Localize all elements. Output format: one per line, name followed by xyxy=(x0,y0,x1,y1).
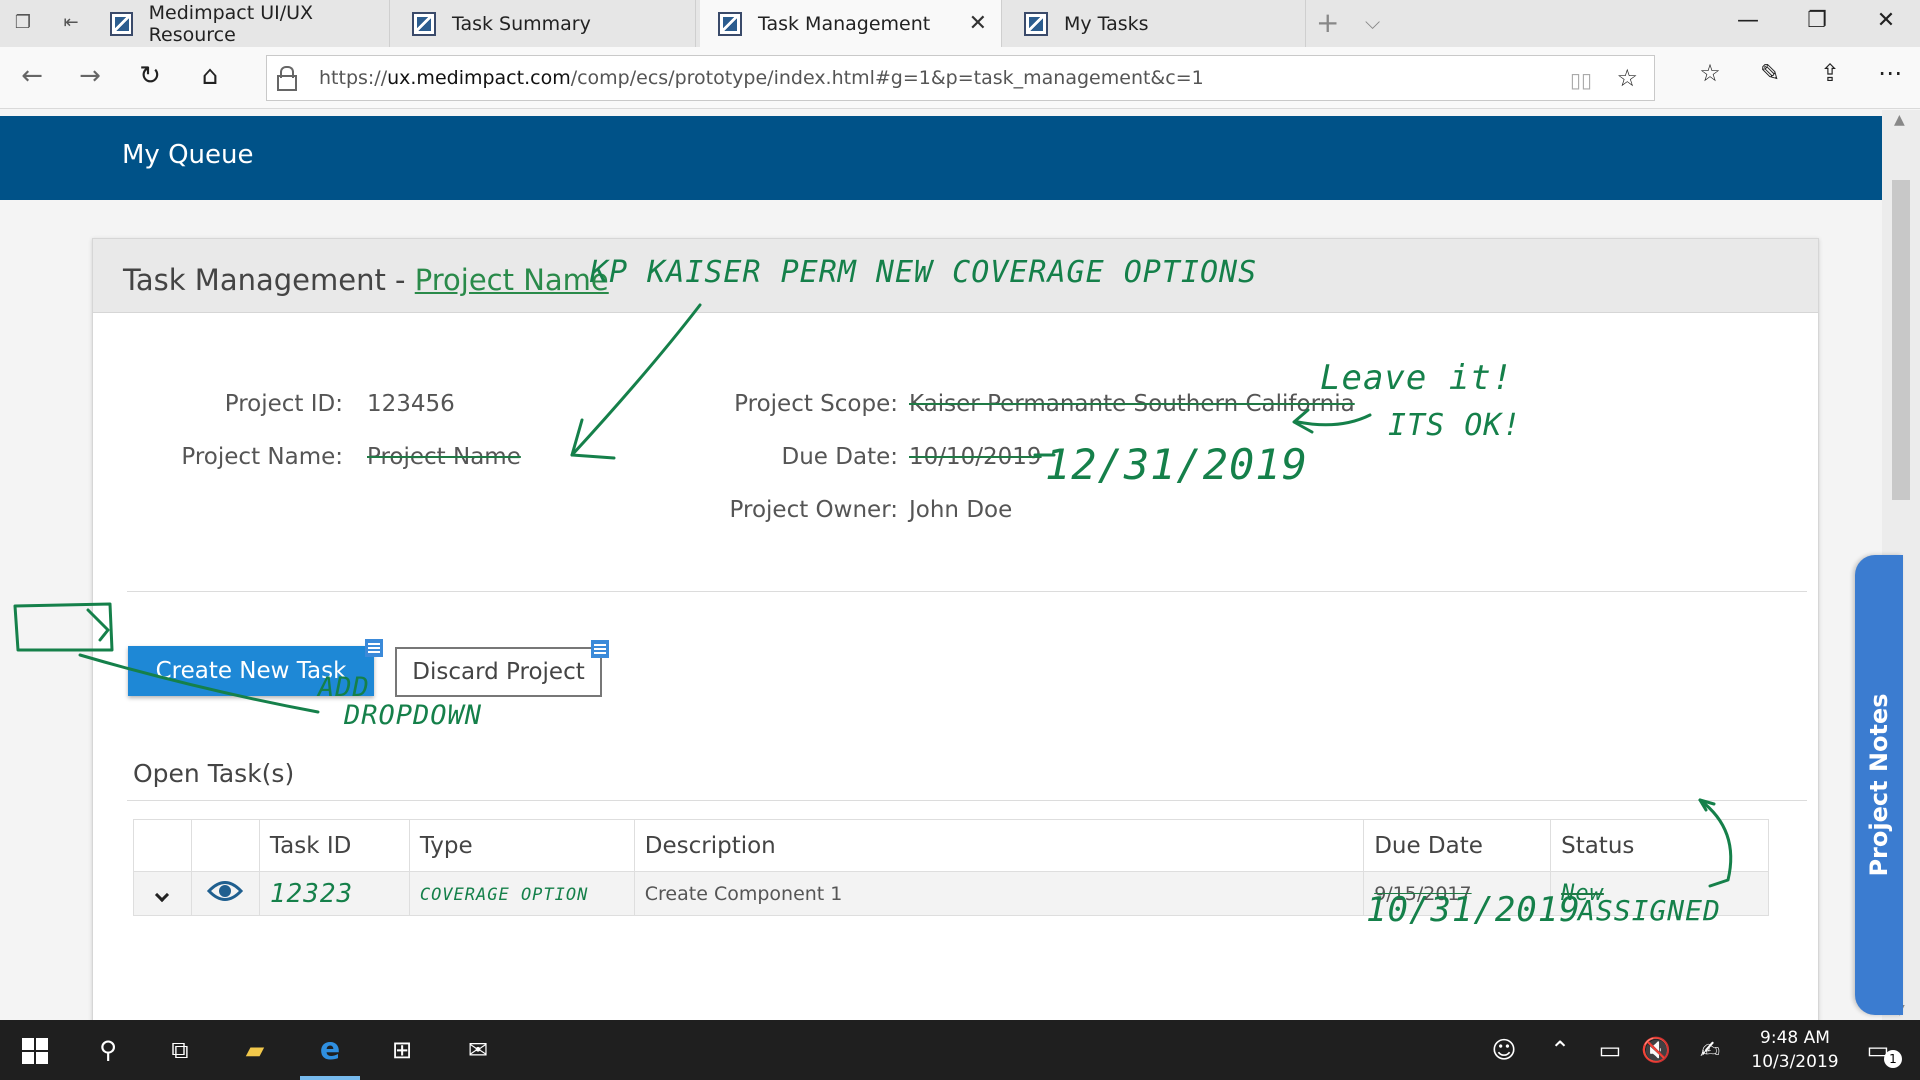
network-icon[interactable]: ▭ xyxy=(1590,1034,1630,1066)
url-field[interactable]: https://ux.medimpact.com/comp/ecs/protot… xyxy=(266,55,1655,101)
site-favicon-icon xyxy=(1024,11,1048,36)
site-favicon-icon xyxy=(718,11,742,36)
tab-label: Task Management xyxy=(758,12,931,35)
mail-icon[interactable]: ✉ xyxy=(458,1034,498,1066)
scrollbar-thumb[interactable] xyxy=(1892,180,1910,500)
project-notes-label: Project Notes xyxy=(1865,693,1893,877)
scroll-up-icon[interactable]: ▲ xyxy=(1894,112,1905,128)
edge-browser-icon[interactable]: e xyxy=(310,1034,350,1066)
active-app-indicator xyxy=(300,1076,360,1080)
lock-icon xyxy=(277,66,297,91)
page-viewport: My Queue Task Management - Project Name … xyxy=(0,110,1882,1020)
tray-chevron-up-icon[interactable]: ⌃ xyxy=(1540,1034,1580,1066)
new-tab-icon[interactable]: + xyxy=(1316,6,1339,39)
share-icon[interactable]: ⇪ xyxy=(1810,59,1850,87)
windows-ink-icon[interactable]: ✍ xyxy=(1690,1034,1730,1066)
tab-list-chevron-icon[interactable]: ⌵ xyxy=(1365,10,1380,34)
store-icon[interactable]: ⊞ xyxy=(382,1034,422,1066)
dropdown-sketch-arrow xyxy=(86,608,110,642)
dropdown-sketch xyxy=(13,602,114,652)
task-view-icon[interactable]: ⧉ xyxy=(160,1034,200,1066)
tab-my-tasks[interactable]: My Tasks xyxy=(1006,0,1306,47)
notification-count-badge: 1 xyxy=(1884,1050,1902,1068)
close-window-icon[interactable]: ✕ xyxy=(1866,8,1906,33)
volume-muted-icon[interactable]: 🔇 xyxy=(1636,1034,1676,1066)
windows-start-icon[interactable] xyxy=(22,1038,48,1064)
tab-task-management[interactable]: Task Management ✕ xyxy=(700,0,1002,47)
tab-task-summary[interactable]: Task Summary xyxy=(394,0,696,47)
tab-label: My Tasks xyxy=(1064,12,1149,35)
project-notes-tab[interactable]: Project Notes xyxy=(1855,555,1903,1015)
tab-preview-icon[interactable]: ❐ xyxy=(12,13,34,33)
more-options-icon[interactable]: ⋯ xyxy=(1870,59,1910,87)
tray-date-text: 10/3/2019 xyxy=(1751,1052,1839,1072)
search-icon[interactable]: ⚲ xyxy=(88,1034,128,1066)
arrow-to-status xyxy=(1698,798,1733,888)
file-explorer-icon[interactable]: ▰ xyxy=(235,1034,275,1066)
close-tab-icon[interactable]: ✕ xyxy=(969,11,987,36)
arrow-head xyxy=(1292,408,1314,434)
home-icon[interactable]: ⌂ xyxy=(190,61,230,91)
set-tabs-aside-icon[interactable]: ⇤ xyxy=(60,13,82,33)
arrow-from-leave-it xyxy=(1296,413,1372,427)
tab-medimpact-resource[interactable]: Medimpact UI/UX Resource xyxy=(92,0,390,47)
arrow-head xyxy=(570,418,616,460)
tray-time-text: 9:48 AM xyxy=(1760,1028,1830,1048)
annotation-strokes xyxy=(13,303,1733,888)
browser-tab-strip: ❐ ⇤ Medimpact UI/UX Resource Task Summar… xyxy=(0,0,1920,47)
favorite-star-icon[interactable]: ☆ xyxy=(1616,64,1638,92)
tab-label: Task Summary xyxy=(452,12,591,35)
forward-arrow-icon[interactable]: → xyxy=(70,61,110,91)
tab-label: Medimpact UI/UX Resource xyxy=(148,1,314,46)
site-favicon-icon xyxy=(110,11,133,36)
web-note-pen-icon[interactable]: ✎ xyxy=(1750,59,1790,87)
favorites-hub-icon[interactable]: ☆ xyxy=(1690,59,1730,87)
url-text[interactable]: https://ux.medimpact.com/comp/ecs/protot… xyxy=(319,67,1204,89)
arrow-to-project-name xyxy=(570,303,702,457)
site-favicon-icon xyxy=(412,11,436,36)
address-bar-row: ← → ↻ ⌂ https://ux.medimpact.com/comp/ec… xyxy=(0,47,1920,109)
windows-taskbar: ⚲ ⧉ ▰ e ⊞ ✉ ☺ ⌃ ▭ 🔇 ✍ ▭ 1 xyxy=(0,1020,1920,1080)
minimize-icon[interactable]: — xyxy=(1728,8,1768,33)
restore-icon[interactable]: ❐ xyxy=(1797,8,1837,33)
arrow-to-add-dropdown xyxy=(78,653,320,714)
reading-view-icon[interactable]: ▯▯ xyxy=(1570,68,1592,92)
refresh-icon[interactable]: ↻ xyxy=(130,61,170,91)
people-icon[interactable]: ☺ xyxy=(1484,1034,1524,1066)
back-arrow-icon[interactable]: ← xyxy=(12,61,52,91)
tray-clock[interactable]: 9:48 AM 10/3/2019 xyxy=(1740,1026,1850,1074)
